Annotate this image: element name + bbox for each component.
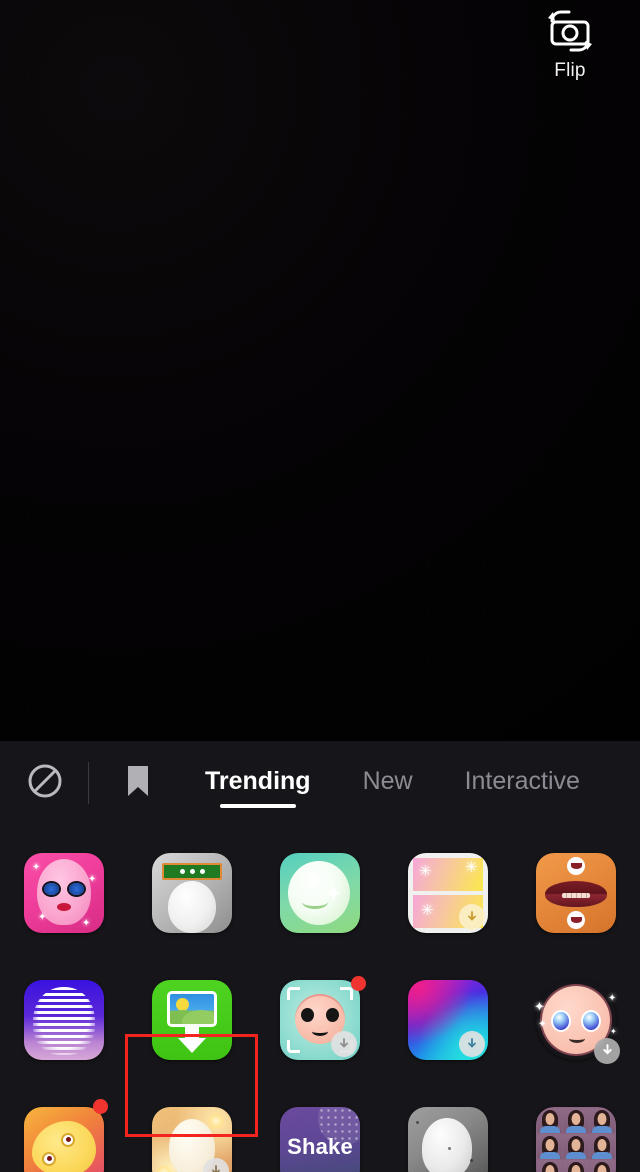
effect-nine-grid-portrait[interactable] [512,1083,640,1172]
download-badge[interactable] [594,1037,620,1064]
effect-grey-ghost-face[interactable] [384,1083,512,1172]
camera-preview[interactable]: Flip [0,0,640,741]
photo-icon [167,990,217,1027]
camera-flip-icon [544,8,596,54]
effect-thumbnail [152,852,232,933]
led-banner [162,862,222,880]
effect-thumbnail [24,979,104,1060]
camera-preview-noise [0,0,640,741]
effect-grey-face-green-banner[interactable] [128,829,256,956]
effect-thumbnail [280,979,360,1060]
flip-camera-label: Flip [554,60,586,81]
tab-interactive-label: Interactive [464,767,580,795]
effect-thumbnail [408,979,488,1060]
no-effect-button[interactable] [16,754,74,812]
effect-green-face[interactable]: ✦ [256,829,384,956]
tab-interactive[interactable]: Interactive [465,767,580,812]
effect-shake[interactable]: Shake [256,1083,384,1172]
effects-grid-row: ✦ ✦ ✦ ✦ [0,956,640,1083]
tab-trending-label: Trending [205,767,311,795]
effects-tabs: Trending New Interactive [205,754,632,812]
bookmark-icon [124,763,152,804]
new-indicator-dot [93,1099,108,1114]
tabbar-divider [88,762,89,804]
circle-slash-icon [26,762,64,805]
effect-thumbnail [24,1106,104,1172]
effect-thumbnail: ✳ ✳ ✳ [408,852,488,933]
effects-tabbar: Trending New Interactive [0,741,640,825]
tab-active-underline [219,804,296,808]
effect-sparkle-eyes-sticker[interactable]: ✦ ✦ ✦ ✦ [512,956,640,1083]
download-badge[interactable] [331,1030,357,1057]
effect-thumbnail [408,1106,488,1172]
effect-split-frame[interactable]: ✳ ✳ ✳ [384,829,512,956]
tab-new-label: New [362,767,413,795]
effect-thumbnail: ✦ ✦ ✦ ✦ [534,980,620,1064]
effect-upload-photo[interactable] [128,956,256,1083]
effect-thumbnail [536,1106,616,1172]
saved-effects-button[interactable] [109,754,167,812]
effects-grid-row: Shake [0,1083,640,1172]
effects-camera-screen: Flip Trending New Interactive ✦ ✦ ✦ ✦ ✦ … [0,0,640,1172]
effect-mint-scan-face[interactable] [256,956,384,1083]
effect-pink-doll-face[interactable]: ✦ ✦ ✦ ✦ [0,829,128,956]
effects-grid-row: ✦ ✦ ✦ ✦ ✦ ✳ ✳ ✳ [0,829,640,956]
effect-gradient-wave[interactable] [384,956,512,1083]
effect-thumbnail: ✦ [280,852,360,933]
effect-thumbnail [536,852,616,933]
effect-thumbnail: ✦ ✦ ✦ ✦ [24,852,104,933]
download-badge[interactable] [459,1030,485,1057]
tab-trending[interactable]: Trending [205,767,311,812]
effect-thumbnail-upload [152,979,232,1060]
effects-grid: ✦ ✦ ✦ ✦ ✦ ✳ ✳ ✳ ✦ ✦ ✦ ✦ Shake [0,825,640,1172]
tab-new[interactable]: New [363,767,413,812]
new-indicator-dot [351,976,366,991]
effect-orange-lips[interactable] [512,829,640,956]
effect-scanline-oval[interactable] [0,956,128,1083]
effect-yellow-blob[interactable] [0,1083,128,1172]
effects-panel: Trending New Interactive ✦ ✦ ✦ ✦ ✦ ✳ ✳ ✳… [0,741,640,1172]
download-badge[interactable] [459,903,485,930]
effect-label-shake: Shake [287,1133,353,1159]
flip-camera-button[interactable]: Flip [530,8,610,82]
effect-thumbnail [152,1106,232,1172]
effect-thumbnail: Shake [280,1106,360,1172]
effect-golden-egg[interactable] [128,1083,256,1172]
